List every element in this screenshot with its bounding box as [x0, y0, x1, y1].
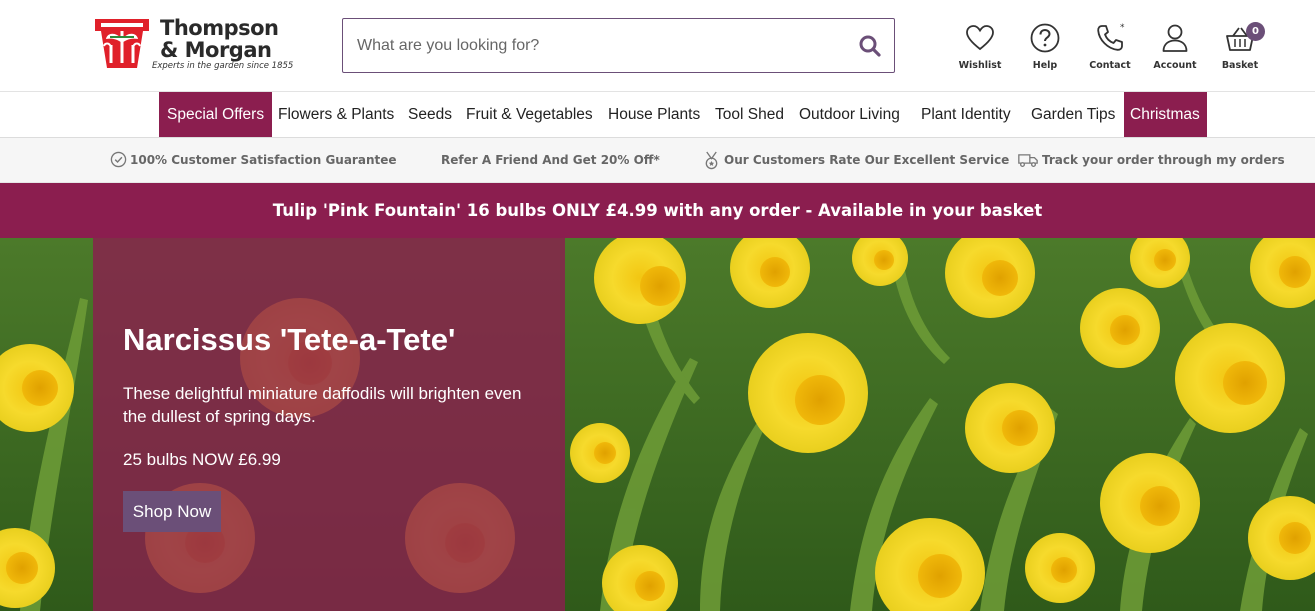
nav-fruit-vegetables[interactable]: Fruit & Vegetables [458, 92, 601, 137]
hero-text-panel: Narcissus 'Tete-a-Tete' These delightful… [93, 238, 565, 611]
shop-now-button[interactable]: Shop Now [123, 491, 221, 532]
hero-price: 25 bulbs NOW £6.99 [123, 450, 281, 469]
search-bar [342, 18, 895, 73]
brand-logo[interactable]: Thompson & Morgan Experts in the garden … [93, 17, 293, 73]
logo-plant-pot-icon [95, 19, 149, 68]
account-label: Account [1153, 60, 1197, 71]
wishlist-label: Wishlist [958, 60, 1002, 71]
account-link[interactable]: Account [1143, 22, 1207, 71]
hero-banner: Narcissus 'Tete-a-Tete' These delightful… [0, 238, 1315, 611]
benefit-track-order[interactable]: Track your order through my orders [1017, 138, 1285, 183]
nav-special-offers[interactable]: Special Offers [159, 92, 273, 137]
benefit-refer-friend[interactable]: Refer A Friend And Get 20% Off* [441, 138, 660, 183]
benefit-satisfaction[interactable]: 100% Customer Satisfaction Guarantee [110, 138, 397, 183]
search-button[interactable] [858, 34, 882, 58]
benefit-satisfaction-text: 100% Customer Satisfaction Guarantee [130, 153, 397, 167]
basket-label: Basket [1221, 60, 1259, 71]
contact-marker: * [1120, 23, 1125, 33]
benefit-rating[interactable]: Our Customers Rate Our Excellent Service [703, 138, 1009, 183]
help-link[interactable]: Help [1013, 22, 1077, 71]
brand-name: Thompson & Morgan [160, 17, 279, 61]
nav-seeds[interactable]: Seeds [400, 92, 460, 137]
nav-plant-identity[interactable]: Plant Identity [913, 92, 1019, 137]
user-icon [1162, 24, 1188, 52]
basket-count-badge: 0 [1246, 22, 1265, 41]
nav-christmas[interactable]: Christmas [1124, 92, 1207, 137]
contact-link[interactable]: * Contact [1078, 22, 1142, 71]
basket-link[interactable]: 0 Basket [1208, 22, 1272, 71]
brand-tagline: Experts in the garden since 1855 [152, 61, 294, 71]
help-label: Help [1032, 60, 1058, 71]
brand-name-line1: Thompson [160, 16, 279, 40]
main-navigation: Special Offers Flowers & Plants Seeds Fr… [0, 92, 1315, 138]
nav-flowers-plants[interactable]: Flowers & Plants [270, 92, 402, 137]
nav-tool-shed[interactable]: Tool Shed [707, 92, 792, 137]
benefits-strip: 100% Customer Satisfaction Guarantee Ref… [0, 138, 1315, 183]
wishlist-link[interactable]: Wishlist [948, 22, 1012, 71]
benefit-refer-friend-text: Refer A Friend And Get 20% Off* [441, 153, 660, 167]
check-circle-icon [110, 151, 127, 168]
brand-name-line2: & Morgan [160, 38, 272, 62]
phone-icon: * [1097, 23, 1125, 51]
search-input[interactable] [357, 29, 837, 63]
contact-label: Contact [1089, 60, 1131, 71]
benefit-track-order-text: Track your order through my orders [1042, 153, 1285, 167]
question-icon [1030, 23, 1060, 53]
truck-icon [1018, 154, 1038, 168]
benefit-rating-text: Our Customers Rate Our Excellent Service [724, 153, 1010, 167]
hero-title: Narcissus 'Tete-a-Tete' [123, 322, 456, 357]
nav-outdoor-living[interactable]: Outdoor Living [791, 92, 908, 137]
hero-description: These delightful miniature daffodils wil… [123, 384, 522, 426]
medal-icon [705, 151, 718, 170]
nav-garden-tips[interactable]: Garden Tips [1023, 92, 1123, 137]
nav-house-plants[interactable]: House Plants [600, 92, 708, 137]
promo-banner[interactable]: Tulip 'Pink Fountain' 16 bulbs ONLY £4.9… [0, 183, 1315, 238]
heart-icon [966, 25, 994, 51]
site-header: Thompson & Morgan Experts in the garden … [0, 0, 1315, 92]
search-icon [859, 35, 881, 57]
